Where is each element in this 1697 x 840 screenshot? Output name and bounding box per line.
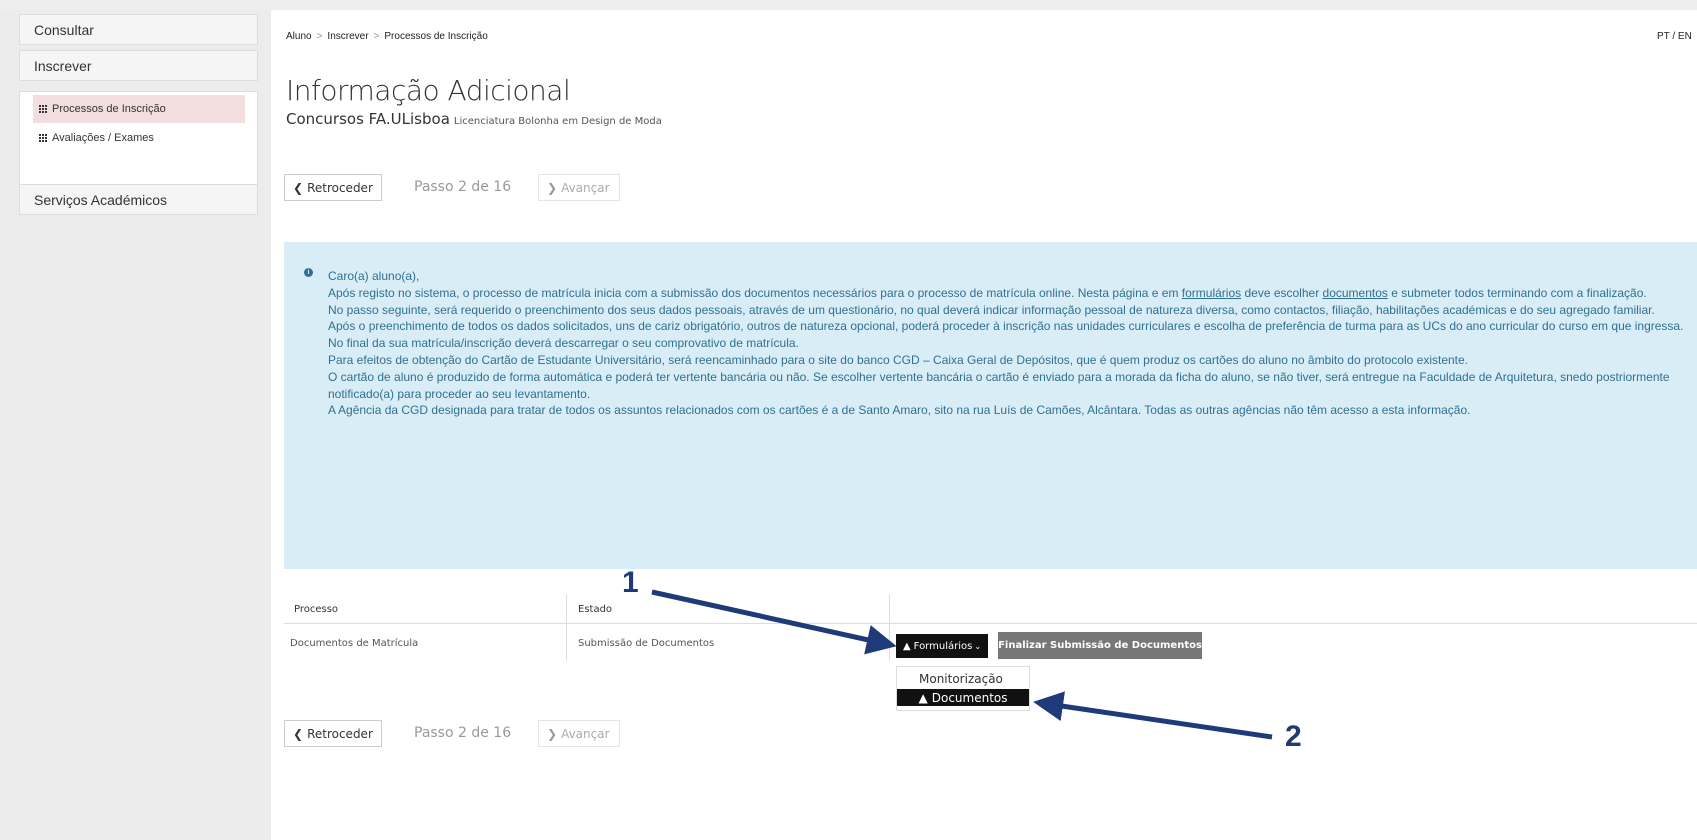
annotation-number-2: 2 — [1285, 720, 1302, 753]
annotation-number-1: 1 — [622, 566, 639, 599]
annotation-arrows — [651, 589, 1273, 740]
arrow-2 — [1033, 691, 1273, 740]
arrow-1 — [651, 589, 897, 655]
